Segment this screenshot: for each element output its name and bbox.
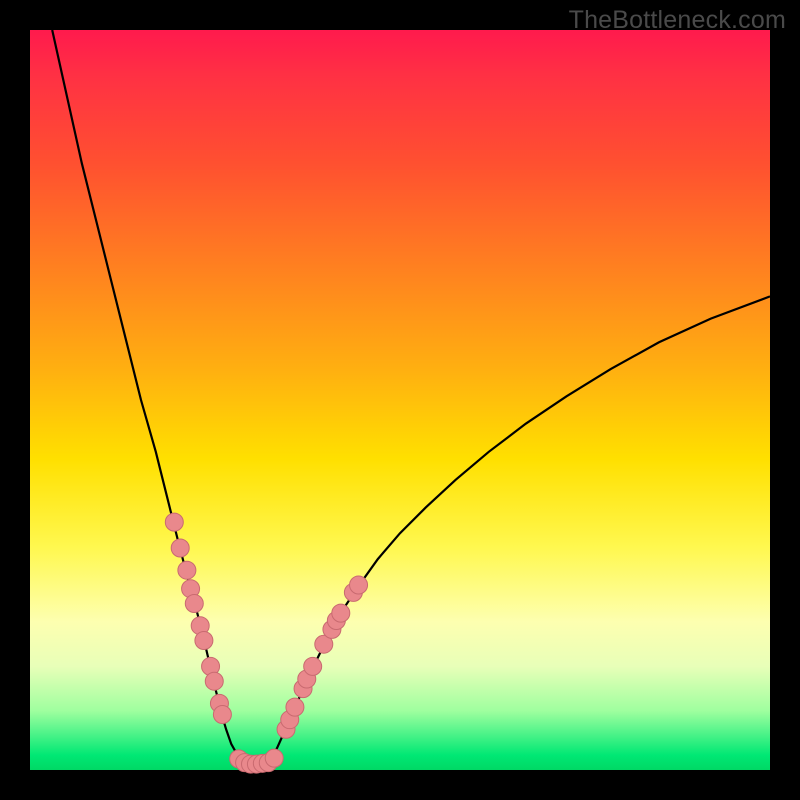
chart-svg [30,30,770,770]
data-markers [165,513,367,773]
data-marker [332,604,350,622]
bottleneck-curve [52,30,770,766]
watermark-text: TheBottleneck.com [569,6,786,35]
data-marker [195,632,213,650]
data-marker [265,749,283,767]
data-marker [165,513,183,531]
data-marker [286,698,304,716]
data-marker [350,576,368,594]
data-marker [185,595,203,613]
data-marker [213,706,231,724]
data-marker [205,672,223,690]
data-marker [304,657,322,675]
data-marker [171,539,189,557]
plot-area [30,30,770,770]
data-marker [178,561,196,579]
